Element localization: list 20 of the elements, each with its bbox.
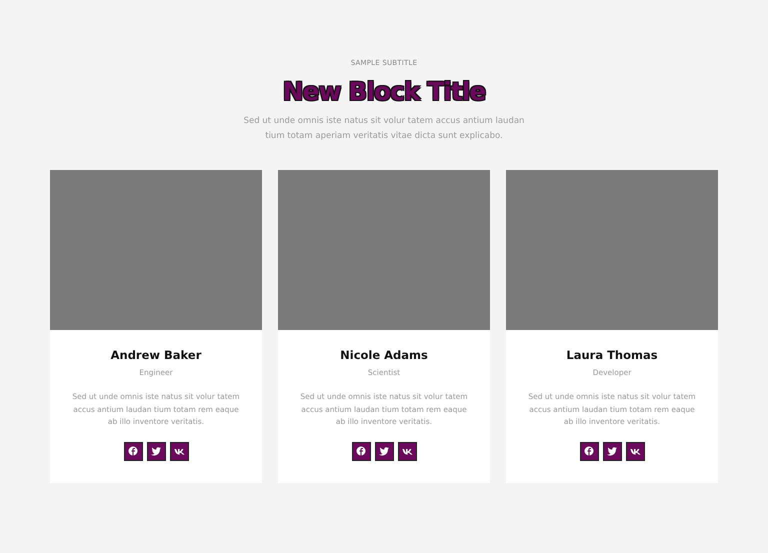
section-title: New Block Title [282, 77, 486, 106]
social-link[interactable] [580, 442, 598, 460]
circle-icon [584, 446, 594, 456]
social-link[interactable] [374, 442, 394, 460]
social-link[interactable] [626, 442, 644, 460]
member-name: Andrew Baker [110, 348, 202, 362]
section-description: Sed ut unde omnis iste natus sit volur tatem accus antium laudan tium totam aperiam veritatis vitae dicta sunt explicabo. [242, 115, 526, 143]
social-link[interactable] [146, 442, 166, 460]
social-link[interactable] [124, 442, 142, 460]
circle-icon [128, 446, 138, 456]
bird-icon [607, 446, 617, 456]
member-name: Nicole Adams [340, 348, 428, 362]
bird-icon [379, 446, 389, 456]
bird-icon [151, 446, 161, 456]
social-link[interactable] [352, 442, 370, 460]
social-link[interactable] [398, 442, 416, 460]
member-name: Laura Thomas [566, 348, 658, 362]
social-link[interactable] [602, 442, 622, 460]
social-link[interactable] [170, 442, 188, 460]
circle-icon [356, 446, 366, 456]
